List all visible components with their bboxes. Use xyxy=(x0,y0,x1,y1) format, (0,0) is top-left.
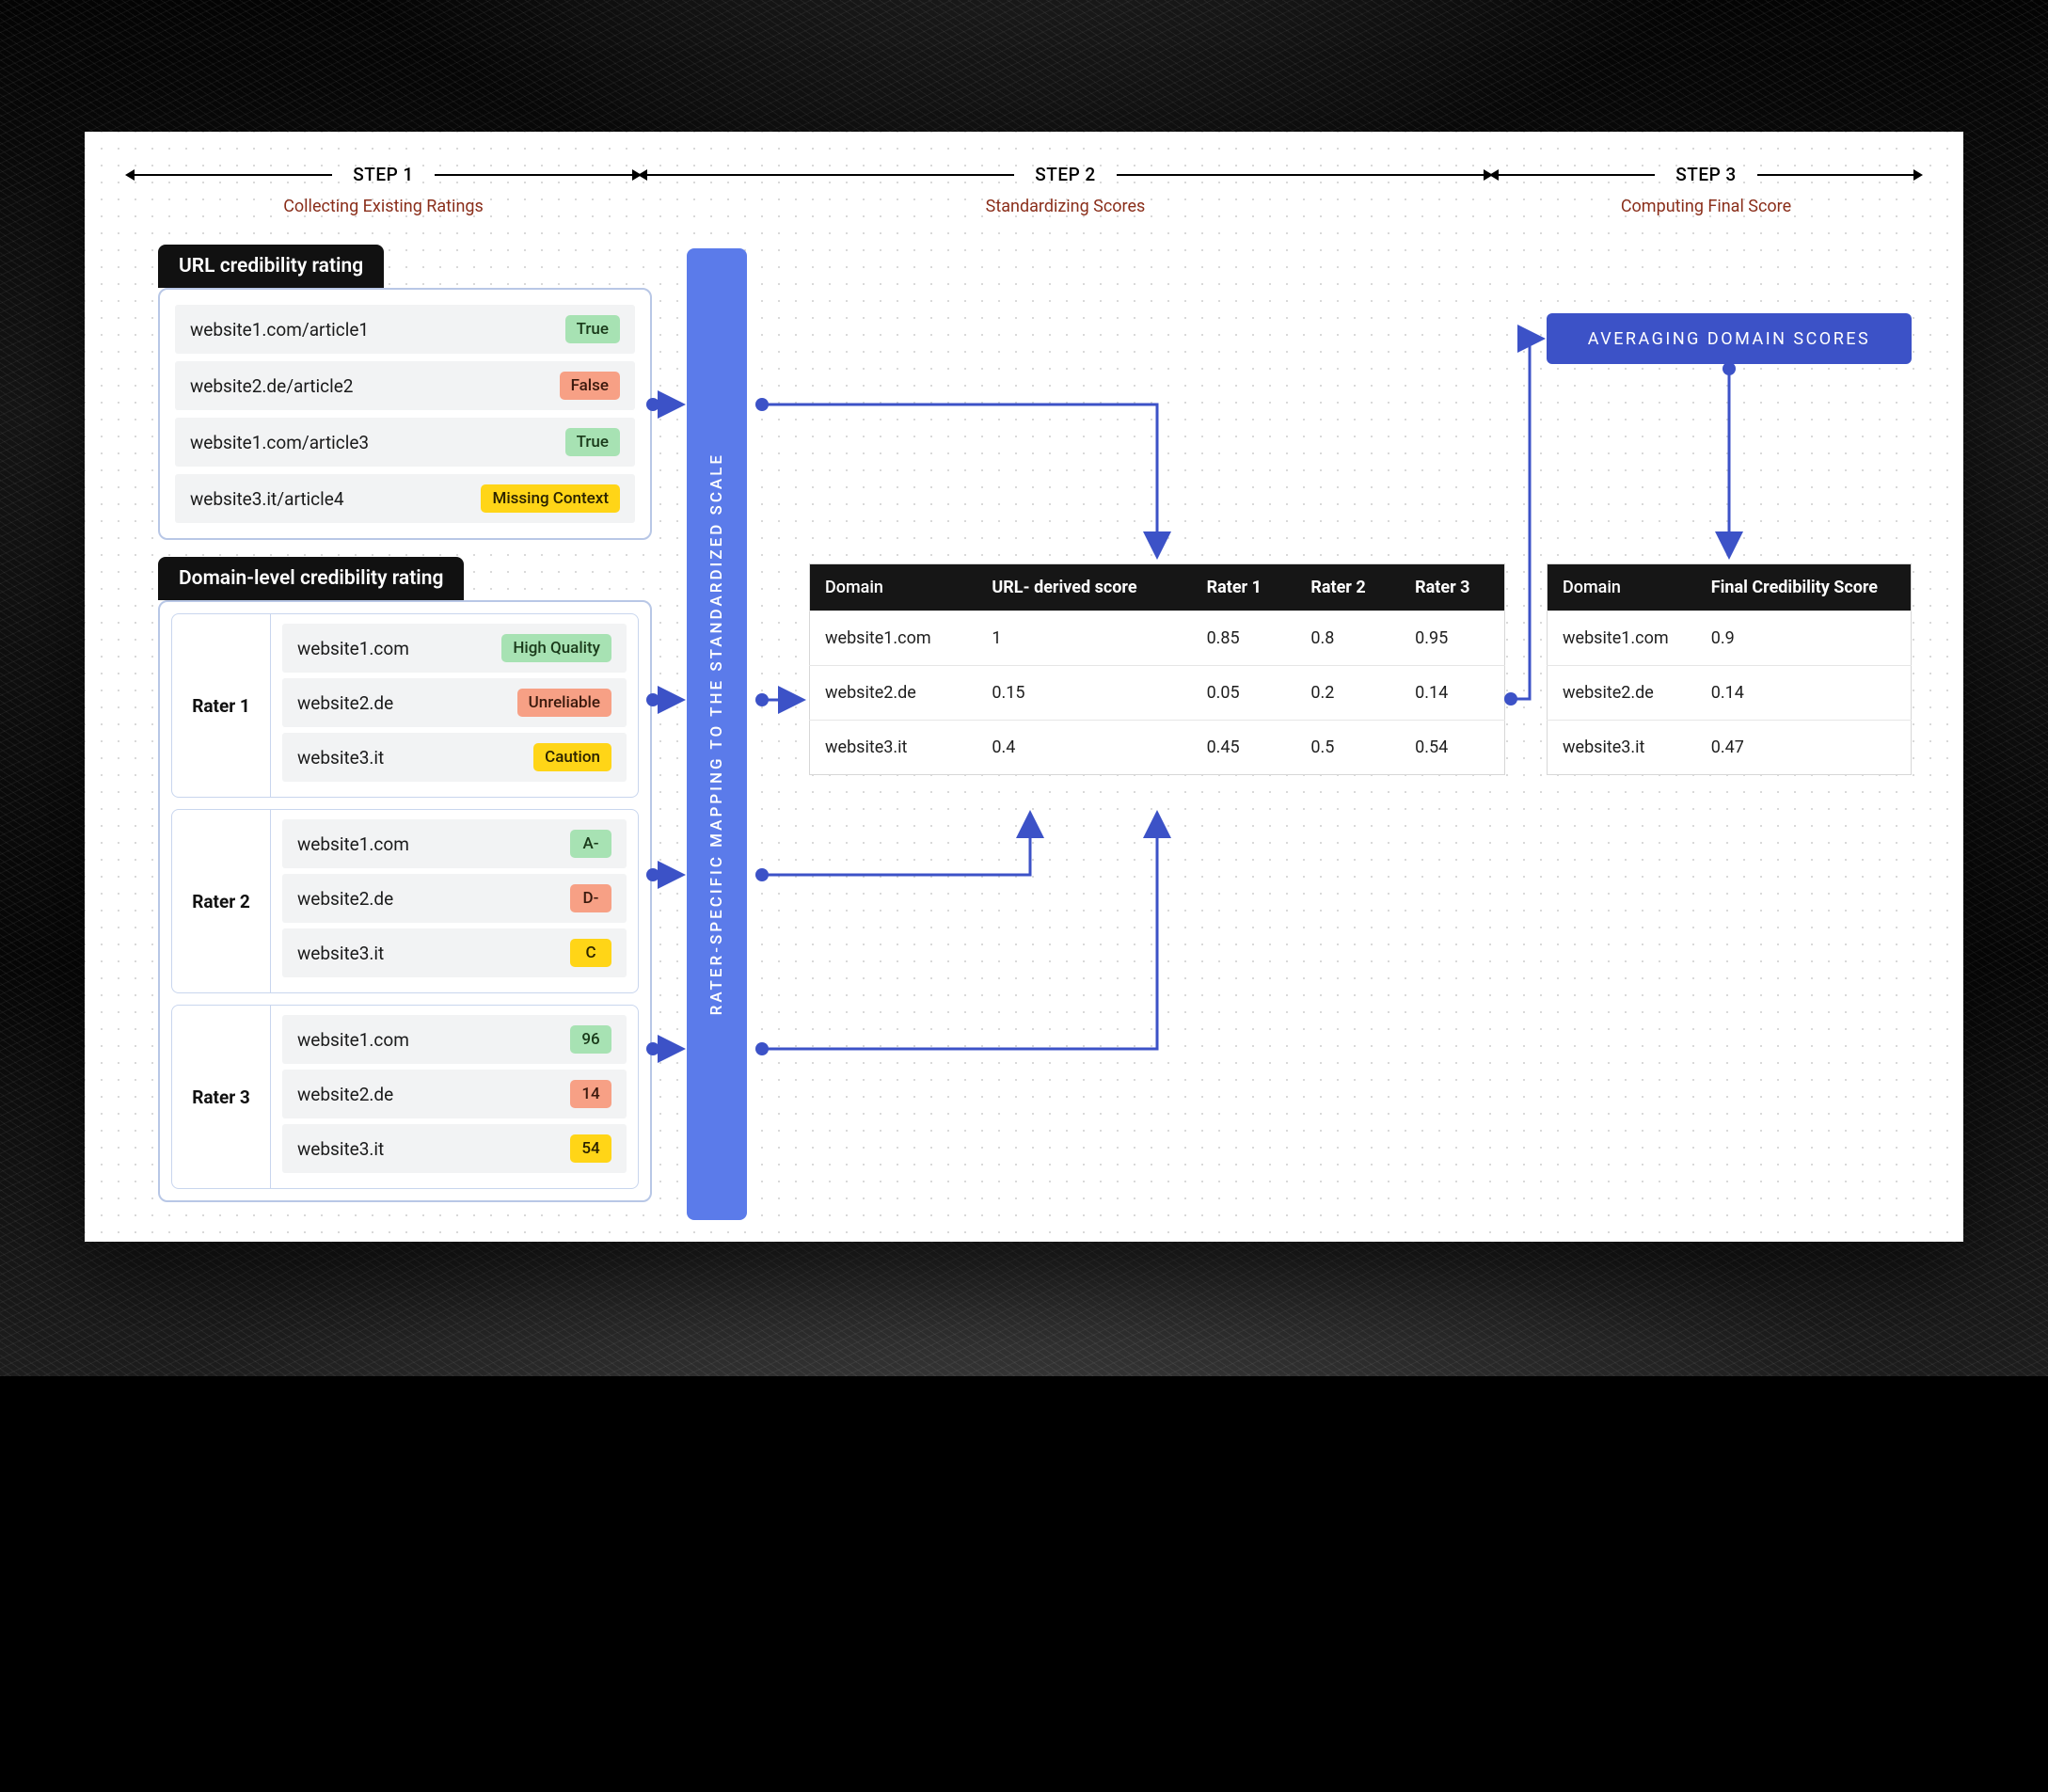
standardized-table: DomainURL- derived scoreRater 1Rater 2Ra… xyxy=(809,563,1505,775)
col-header: Rater 3 xyxy=(1400,564,1504,611)
cell: 0.05 xyxy=(1192,666,1296,721)
step2-title: STEP 2 xyxy=(1035,164,1095,185)
cell: website2.de xyxy=(810,666,977,721)
cell: 0.14 xyxy=(1400,666,1504,721)
cell: 0.15 xyxy=(976,666,1191,721)
domain-badge: 54 xyxy=(570,1134,611,1163)
url-row: website2.de/article2 False xyxy=(175,361,635,410)
domain-text: website1.com xyxy=(297,638,409,659)
url-credibility-block: URL credibility rating website1.com/arti… xyxy=(158,245,652,540)
domain-text: website2.de xyxy=(297,1084,393,1105)
domain-row: website3.it C xyxy=(282,928,627,977)
mapping-bar-label: RATER-SPECIFIC MAPPING TO THE STANDARDIZ… xyxy=(707,452,726,1015)
domain-row: website1.com High Quality xyxy=(282,624,627,673)
domain-row: website2.de 14 xyxy=(282,1070,627,1118)
cell: 0.9 xyxy=(1696,611,1912,666)
domain-row: website1.com A- xyxy=(282,819,627,868)
domain-badge: D- xyxy=(570,884,611,912)
cell: website3.it xyxy=(810,721,977,775)
url-block-title: URL credibility rating xyxy=(158,245,384,288)
rater-name: Rater 2 xyxy=(172,810,271,992)
url-badge: Missing Context xyxy=(481,484,620,513)
cell: 0.85 xyxy=(1192,611,1296,666)
url-badge: False xyxy=(560,372,620,400)
domain-badge: Caution xyxy=(533,743,611,771)
domain-text: website3.it xyxy=(297,747,384,769)
step1-title: STEP 1 xyxy=(353,164,413,185)
step3-sub: Computing Final Score xyxy=(1621,197,1791,216)
averaging-label: AVERAGING DOMAIN SCORES xyxy=(1588,329,1870,349)
url-text: website2.de/article2 xyxy=(190,375,353,397)
averaging-bar: AVERAGING DOMAIN SCORES xyxy=(1547,313,1912,364)
domain-badge: A- xyxy=(570,830,611,858)
cell: 0.47 xyxy=(1696,721,1912,775)
steps-header: STEP 1 Collecting Existing Ratings STEP … xyxy=(127,164,1921,216)
table-row: website3.it0.40.450.50.54 xyxy=(810,721,1505,775)
table-row: website1.com10.850.80.95 xyxy=(810,611,1505,666)
domain-row: website3.it 54 xyxy=(282,1124,627,1173)
col-header: Domain xyxy=(810,564,977,611)
url-badge: True xyxy=(565,428,620,456)
domain-text: website2.de xyxy=(297,888,393,910)
domain-badge: 14 xyxy=(570,1080,611,1108)
domain-text: website1.com xyxy=(297,1029,409,1051)
mapping-bar: RATER-SPECIFIC MAPPING TO THE STANDARDIZ… xyxy=(687,248,747,1220)
domain-row: website3.it Caution xyxy=(282,733,627,782)
domain-text: website2.de xyxy=(297,692,393,714)
domain-badge: High Quality xyxy=(501,634,611,662)
cell: 0.54 xyxy=(1400,721,1504,775)
table-row: website3.it0.47 xyxy=(1548,721,1912,775)
domain-badge: C xyxy=(570,939,611,967)
domain-block-title: Domain-level credibility rating xyxy=(158,557,464,600)
domain-row: website1.com 96 xyxy=(282,1015,627,1064)
url-row: website3.it/article4 Missing Context xyxy=(175,474,635,523)
cell: 0.5 xyxy=(1295,721,1400,775)
url-text: website1.com/article1 xyxy=(190,319,369,341)
domain-credibility-block: Domain-level credibility rating Rater 1w… xyxy=(158,557,652,1202)
rater-block: Rater 2 website1.com A-website2.de D-websit… xyxy=(171,809,639,993)
rater-block: Rater 3website1.com96website2.de14websit… xyxy=(171,1005,639,1189)
col-header: Rater 2 xyxy=(1295,564,1400,611)
domain-row: website2.de Unreliable xyxy=(282,678,627,727)
col-header: Final Credibility Score xyxy=(1696,564,1912,611)
url-badge: True xyxy=(565,315,620,343)
col-header: Rater 1 xyxy=(1192,564,1296,611)
table-row: website2.de0.150.050.20.14 xyxy=(810,666,1505,721)
cell: website3.it xyxy=(1548,721,1696,775)
cell: website2.de xyxy=(1548,666,1696,721)
rater-block: Rater 1 website1.com High Quality website2.… xyxy=(171,613,639,798)
url-text: website1.com/article3 xyxy=(190,432,369,453)
cell: 0.14 xyxy=(1696,666,1912,721)
table-row: website1.com0.9 xyxy=(1548,611,1912,666)
cell: website1.com xyxy=(1548,611,1696,666)
domain-badge: 96 xyxy=(570,1025,611,1054)
col-header: Domain xyxy=(1548,564,1696,611)
rater-name: Rater 1 xyxy=(172,614,271,797)
cell: 0.2 xyxy=(1295,666,1400,721)
cell: 0.8 xyxy=(1295,611,1400,666)
domain-text: website1.com xyxy=(297,833,409,855)
step3-title: STEP 3 xyxy=(1675,164,1736,185)
table-row: website2.de0.14 xyxy=(1548,666,1912,721)
final-score-table: DomainFinal Credibility Scorewebsite1.co… xyxy=(1547,563,1912,775)
rater-name: Rater 3 xyxy=(172,1006,271,1188)
step1-sub: Collecting Existing Ratings xyxy=(283,197,484,216)
cell: 1 xyxy=(976,611,1191,666)
domain-text: website3.it xyxy=(297,943,384,964)
url-text: website3.it/article4 xyxy=(190,488,344,510)
cell: 0.4 xyxy=(976,721,1191,775)
cell: website1.com xyxy=(810,611,977,666)
col-header: URL- derived score xyxy=(976,564,1191,611)
domain-text: website3.it xyxy=(297,1138,384,1160)
domain-badge: Unreliable xyxy=(517,689,611,717)
cell: 0.45 xyxy=(1192,721,1296,775)
url-row: website1.com/article1 True xyxy=(175,305,635,354)
cell: 0.95 xyxy=(1400,611,1504,666)
url-row: website1.com/article3 True xyxy=(175,418,635,467)
step2-sub: Standardizing Scores xyxy=(986,197,1146,216)
domain-row: website2.de D- xyxy=(282,874,627,923)
